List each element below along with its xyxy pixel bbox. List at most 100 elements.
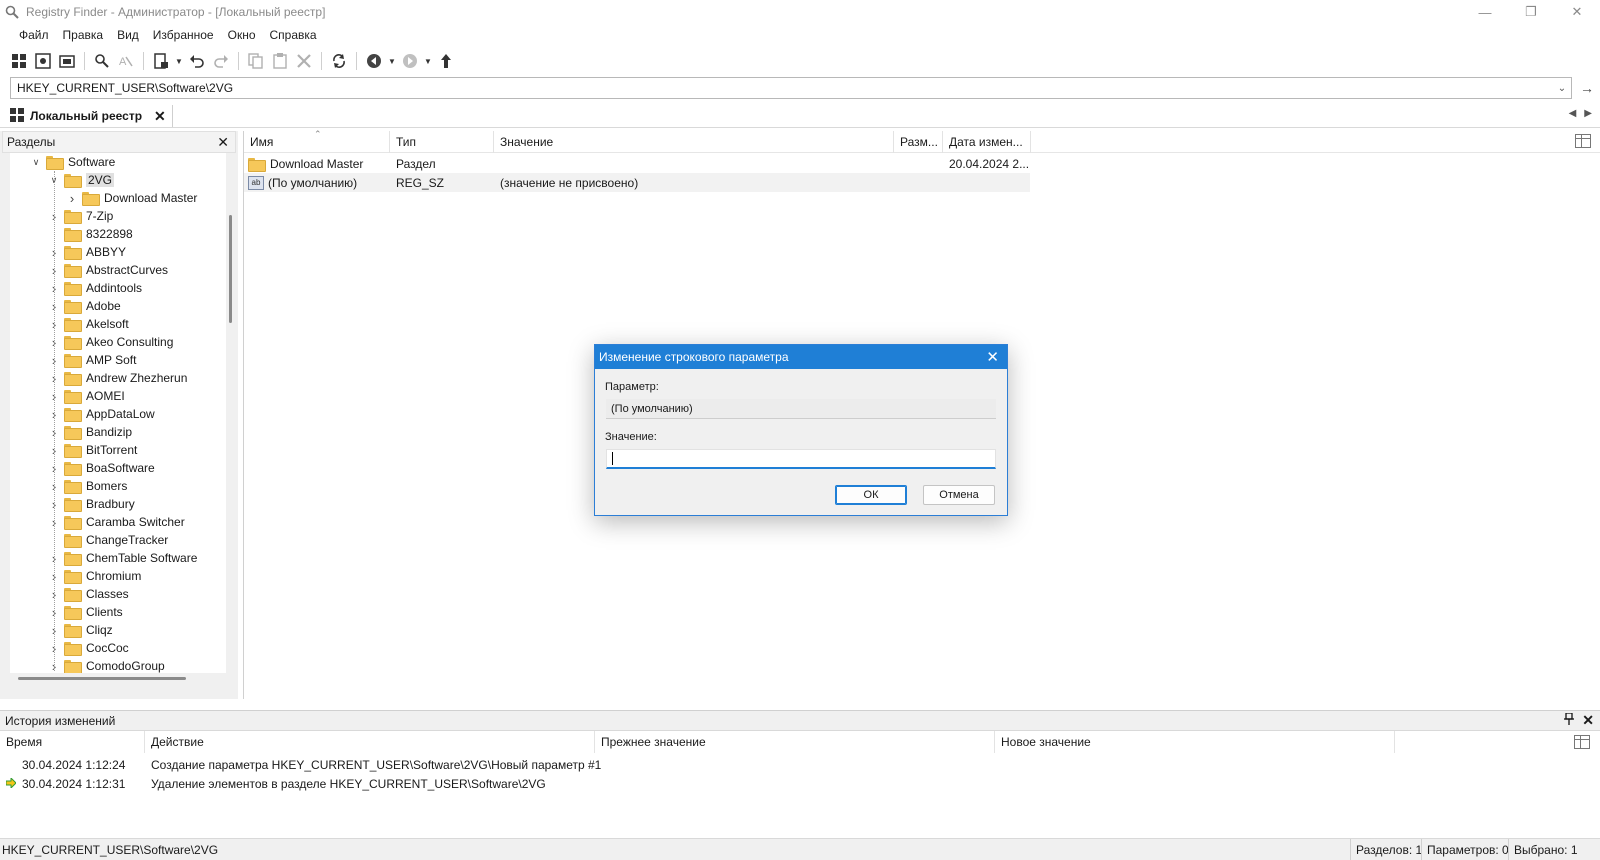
column-action[interactable]: Действие [145, 731, 595, 753]
value-input[interactable] [606, 449, 996, 469]
tab-scroll-left-icon[interactable]: ◀ [1569, 108, 1577, 119]
tree-item[interactable]: › Andrew Zhezherun [48, 369, 187, 387]
column-date[interactable]: Дата измен... [943, 131, 1031, 153]
refresh-icon[interactable] [328, 50, 350, 72]
tree-item[interactable]: › Akelsoft [48, 315, 129, 333]
tree-item[interactable]: › ComodoGroup [48, 657, 165, 673]
tree-item[interactable]: ChangeTracker [48, 531, 168, 549]
redo-icon[interactable] [210, 50, 232, 72]
tab-scroll-right-icon[interactable]: ▶ [1584, 108, 1592, 119]
cancel-button[interactable]: Отмена [923, 485, 995, 505]
folder-icon [64, 660, 82, 673]
tab-local-registry[interactable]: Локальный реестр ✕ [6, 105, 173, 127]
remote-registry-icon[interactable] [32, 50, 54, 72]
history-title: История изменений [5, 713, 116, 728]
tree-item[interactable]: › Download Master [66, 189, 197, 207]
tree-item[interactable]: › Bradbury [48, 495, 135, 513]
tree-item[interactable]: › Caramba Switcher [48, 513, 185, 531]
menu-window[interactable]: Окно [221, 28, 263, 42]
column-new-value[interactable]: Новое значение [995, 731, 1395, 753]
tree-item[interactable]: › AOMEI [48, 387, 125, 405]
history-panel: История изменений ✕ Время Действие Прежн… [0, 710, 1600, 836]
horizontal-scrollbar[interactable] [18, 677, 186, 680]
history-time: 30.04.2024 1:12:24 [22, 757, 126, 772]
chevron-right-icon[interactable]: › [66, 191, 78, 206]
tree-item[interactable]: › Adobe [48, 297, 121, 315]
paste-icon[interactable] [269, 50, 291, 72]
list-item[interactable]: ab (По умолчанию) REG_SZ (значение не пр… [244, 173, 1030, 192]
history-row[interactable]: 30.04.2024 1:12:31 Удаление элементов в … [0, 774, 1000, 793]
column-type[interactable]: Тип [390, 131, 494, 153]
tree-item[interactable]: › BoaSoftware [48, 459, 155, 477]
tree-item[interactable]: 8322898 [48, 225, 133, 243]
vertical-scrollbar[interactable] [229, 215, 232, 323]
pin-icon[interactable] [1564, 712, 1574, 728]
offline-registry-icon[interactable] [56, 50, 78, 72]
list-item[interactable]: Download Master Раздел 20.04.2024 2... [244, 154, 1044, 173]
tree-item[interactable]: › BitTorrent [48, 441, 137, 459]
tree-item[interactable]: › Cliqz [48, 621, 113, 639]
menu-favorites[interactable]: Избранное [146, 28, 221, 42]
menu-edit[interactable]: Правка [56, 28, 111, 42]
column-chooser-icon[interactable] [1574, 735, 1590, 749]
tree-item[interactable]: › AbstractCurves [48, 261, 168, 279]
new-item-icon[interactable] [150, 50, 172, 72]
close-icon[interactable]: ✕ [986, 348, 999, 366]
column-label: Имя [250, 135, 274, 149]
column-old-value[interactable]: Прежнее значение [595, 731, 995, 753]
tree-item[interactable]: › Bandizip [48, 423, 132, 441]
column-name[interactable]: Имя ⌃ [244, 129, 390, 153]
menu-view[interactable]: Вид [110, 28, 146, 42]
tree-item[interactable]: › Classes [48, 585, 129, 603]
address-input[interactable]: HKEY_CURRENT_USER\Software\2VG [17, 81, 233, 95]
close-icon[interactable]: ✕ [217, 134, 229, 151]
column-value[interactable]: Значение [494, 131, 894, 153]
tree-item[interactable]: › Akeo Consulting [48, 333, 173, 351]
tree-item[interactable]: › Clients [48, 603, 123, 621]
tree-item[interactable]: ∨ Software [30, 153, 115, 171]
go-up-icon[interactable] [435, 50, 457, 72]
close-window-button[interactable]: ✕ [1554, 0, 1600, 24]
new-item-dropdown[interactable]: ▼ [174, 50, 184, 72]
forward-icon[interactable] [399, 50, 421, 72]
back-icon[interactable] [363, 50, 385, 72]
tree-item[interactable]: › Chromium [48, 567, 141, 585]
tree-item[interactable]: › AppDataLow [48, 405, 155, 423]
tree-item[interactable]: › AMP Soft [48, 351, 136, 369]
column-time[interactable]: Время [0, 731, 145, 753]
local-registry-icon[interactable] [8, 50, 30, 72]
tree-item[interactable]: › ABBYY [48, 243, 126, 261]
tree-item[interactable]: › 7-Zip [48, 207, 113, 225]
address-bar[interactable]: HKEY_CURRENT_USER\Software\2VG ⌄ [10, 77, 1572, 99]
column-size[interactable]: Разм... [894, 131, 943, 153]
registry-tree[interactable]: ∨ Software ∨ 2VG › Download Master › 7-Zip 83228… [10, 153, 226, 673]
item-date: 20.04.2024 2... [949, 156, 1030, 171]
delete-icon[interactable] [293, 50, 315, 72]
sections-panel: Разделы ✕ ∨ Software ∨ 2VG › Download Master ›… [0, 131, 238, 699]
forward-dropdown[interactable]: ▼ [423, 50, 433, 72]
go-arrow-icon[interactable]: → [1578, 79, 1596, 97]
tree-item[interactable]: › Addintools [48, 279, 142, 297]
tree-item[interactable]: › ChemTable Software [48, 549, 197, 567]
column-chooser-icon[interactable] [1575, 134, 1591, 148]
ok-button[interactable]: ОК [835, 485, 907, 505]
folder-icon [64, 516, 82, 530]
close-tab-icon[interactable]: ✕ [154, 108, 166, 125]
chevron-down-icon[interactable]: ⌄ [1553, 78, 1571, 98]
copy-icon[interactable] [245, 50, 267, 72]
tree-item[interactable]: ∨ 2VG [48, 171, 115, 189]
chevron-down-icon[interactable]: ∨ [30, 156, 42, 168]
history-row[interactable]: 30.04.2024 1:12:24 Создание параметра HK… [0, 755, 1000, 774]
restore-button[interactable]: ❐ [1508, 0, 1554, 24]
folder-icon [64, 372, 82, 386]
close-icon[interactable]: ✕ [1582, 712, 1594, 729]
replace-icon[interactable]: A [115, 50, 137, 72]
menu-file[interactable]: Файл [12, 28, 56, 42]
tree-item[interactable]: › CocCoc [48, 639, 129, 657]
tree-item[interactable]: › Bomers [48, 477, 127, 495]
find-icon[interactable] [91, 50, 113, 72]
menu-help[interactable]: Справка [263, 28, 324, 42]
minimize-button[interactable]: — [1462, 0, 1508, 24]
undo-icon[interactable] [186, 50, 208, 72]
back-dropdown[interactable]: ▼ [387, 50, 397, 72]
